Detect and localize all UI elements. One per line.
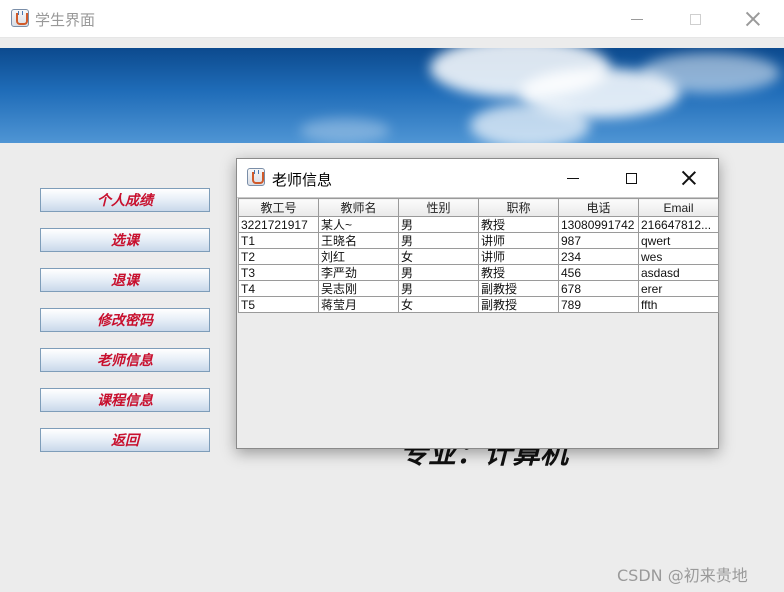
table-cell[interactable]: ffth: [638, 296, 719, 313]
table-cell[interactable]: 女: [398, 248, 479, 265]
teacher-table[interactable]: 教工号 教师名 性别 职称 电话 Email 3221721917 某人~ 男教授 130809…: [238, 198, 719, 313]
column-header[interactable]: 教师名: [318, 198, 399, 217]
table-cell[interactable]: 副教授: [478, 280, 559, 297]
table-cell[interactable]: 吴志刚: [318, 280, 399, 297]
dialog-maximize-button[interactable]: [602, 159, 660, 197]
column-header[interactable]: 教工号: [238, 198, 319, 217]
table-cell[interactable]: 讲师: [478, 248, 559, 265]
table-cell[interactable]: 男: [398, 232, 479, 249]
table-cell[interactable]: 蒋莹月: [318, 296, 399, 313]
menu-button-0[interactable]: 个人成绩: [40, 188, 210, 212]
dialog-minimize-button[interactable]: [544, 159, 602, 197]
table-cell[interactable]: 男: [398, 216, 479, 233]
column-header[interactable]: 性别: [398, 198, 479, 217]
minimize-icon: [631, 18, 643, 20]
dialog-body: 教工号 教师名 性别 职称 电话 Email 3221721917 某人~ 男教授 130809…: [237, 197, 719, 448]
table-row[interactable]: T2 刘红女讲师 234 wes: [238, 248, 719, 265]
table-cell[interactable]: erer: [638, 280, 719, 297]
table-cell[interactable]: 13080991742: [558, 216, 639, 233]
table-cell[interactable]: 456: [558, 264, 639, 281]
table-cell[interactable]: T3: [238, 264, 319, 281]
main-title-bar: 学生界面: [0, 0, 784, 38]
table-row[interactable]: 3221721917 某人~ 男教授 13080991742 216647812...: [238, 216, 719, 233]
minimize-icon: [567, 177, 579, 179]
table-row[interactable]: T1 王晓名男讲师 987 qwert: [238, 232, 719, 249]
table-cell[interactable]: 教授: [478, 264, 559, 281]
java-app-icon: [11, 9, 29, 27]
column-header[interactable]: 职称: [478, 198, 559, 217]
table-cell[interactable]: T5: [238, 296, 319, 313]
table-cell[interactable]: T2: [238, 248, 319, 265]
window-title: 学生界面: [35, 11, 96, 29]
close-icon: [682, 171, 696, 185]
menu-button-6[interactable]: 返回: [40, 428, 210, 452]
menu-button-3[interactable]: 修改密码: [40, 308, 210, 332]
table-row[interactable]: T3 李严劲男教授 456 asdasd: [238, 264, 719, 281]
table-cell[interactable]: 王晓名: [318, 232, 399, 249]
table-cell[interactable]: 男: [398, 280, 479, 297]
menu-button-5[interactable]: 课程信息: [40, 388, 210, 412]
table-cell[interactable]: 某人~: [318, 216, 399, 233]
dialog-close-button[interactable]: [660, 159, 718, 197]
table-cell[interactable]: T4: [238, 280, 319, 297]
table-cell[interactable]: 副教授: [478, 296, 559, 313]
table-cell[interactable]: 讲师: [478, 232, 559, 249]
dialog-title-bar: 老师信息: [237, 159, 718, 197]
maximize-icon: [625, 172, 637, 184]
table-header: 教工号 教师名 性别 职称 电话 Email: [238, 198, 719, 217]
maximize-button[interactable]: [666, 0, 724, 38]
teacher-info-dialog: 老师信息 教工号 教师名 性别 职称 电话 Email 3221721917 某人~ 男教授 1…: [236, 158, 719, 449]
table-cell[interactable]: 789: [558, 296, 639, 313]
table-row[interactable]: T5 蒋莹月女副教授 789 ffth: [238, 296, 719, 313]
column-header[interactable]: Email: [638, 198, 719, 217]
table-cell[interactable]: 234: [558, 248, 639, 265]
table-cell[interactable]: 教授: [478, 216, 559, 233]
table-cell[interactable]: qwert: [638, 232, 719, 249]
java-app-icon: [247, 168, 265, 186]
menu-button-4[interactable]: 老师信息: [40, 348, 210, 372]
maximize-icon: [689, 13, 701, 25]
table-cell[interactable]: wes: [638, 248, 719, 265]
table-cell[interactable]: 678: [558, 280, 639, 297]
table-row[interactable]: T4 吴志刚男副教授 678 erer: [238, 280, 719, 297]
dialog-title: 老师信息: [272, 171, 333, 189]
menu-button-1[interactable]: 选课: [40, 228, 210, 252]
table-cell[interactable]: asdasd: [638, 264, 719, 281]
table-cell[interactable]: 李严劲: [318, 264, 399, 281]
watermark: CSDN @初来贵地: [617, 566, 748, 585]
close-button[interactable]: [724, 0, 782, 38]
table-cell[interactable]: 男: [398, 264, 479, 281]
close-icon: [746, 12, 760, 26]
table-cell[interactable]: 刘红: [318, 248, 399, 265]
column-header[interactable]: 电话: [558, 198, 639, 217]
sky-banner-image: [0, 48, 784, 143]
table-cell[interactable]: 216647812...: [638, 216, 719, 233]
table-cell[interactable]: T1: [238, 232, 319, 249]
menu-button-2[interactable]: 退课: [40, 268, 210, 292]
table-cell[interactable]: 女: [398, 296, 479, 313]
table-cell[interactable]: 987: [558, 232, 639, 249]
minimize-button[interactable]: [608, 0, 666, 38]
table-cell[interactable]: 3221721917: [238, 216, 319, 233]
